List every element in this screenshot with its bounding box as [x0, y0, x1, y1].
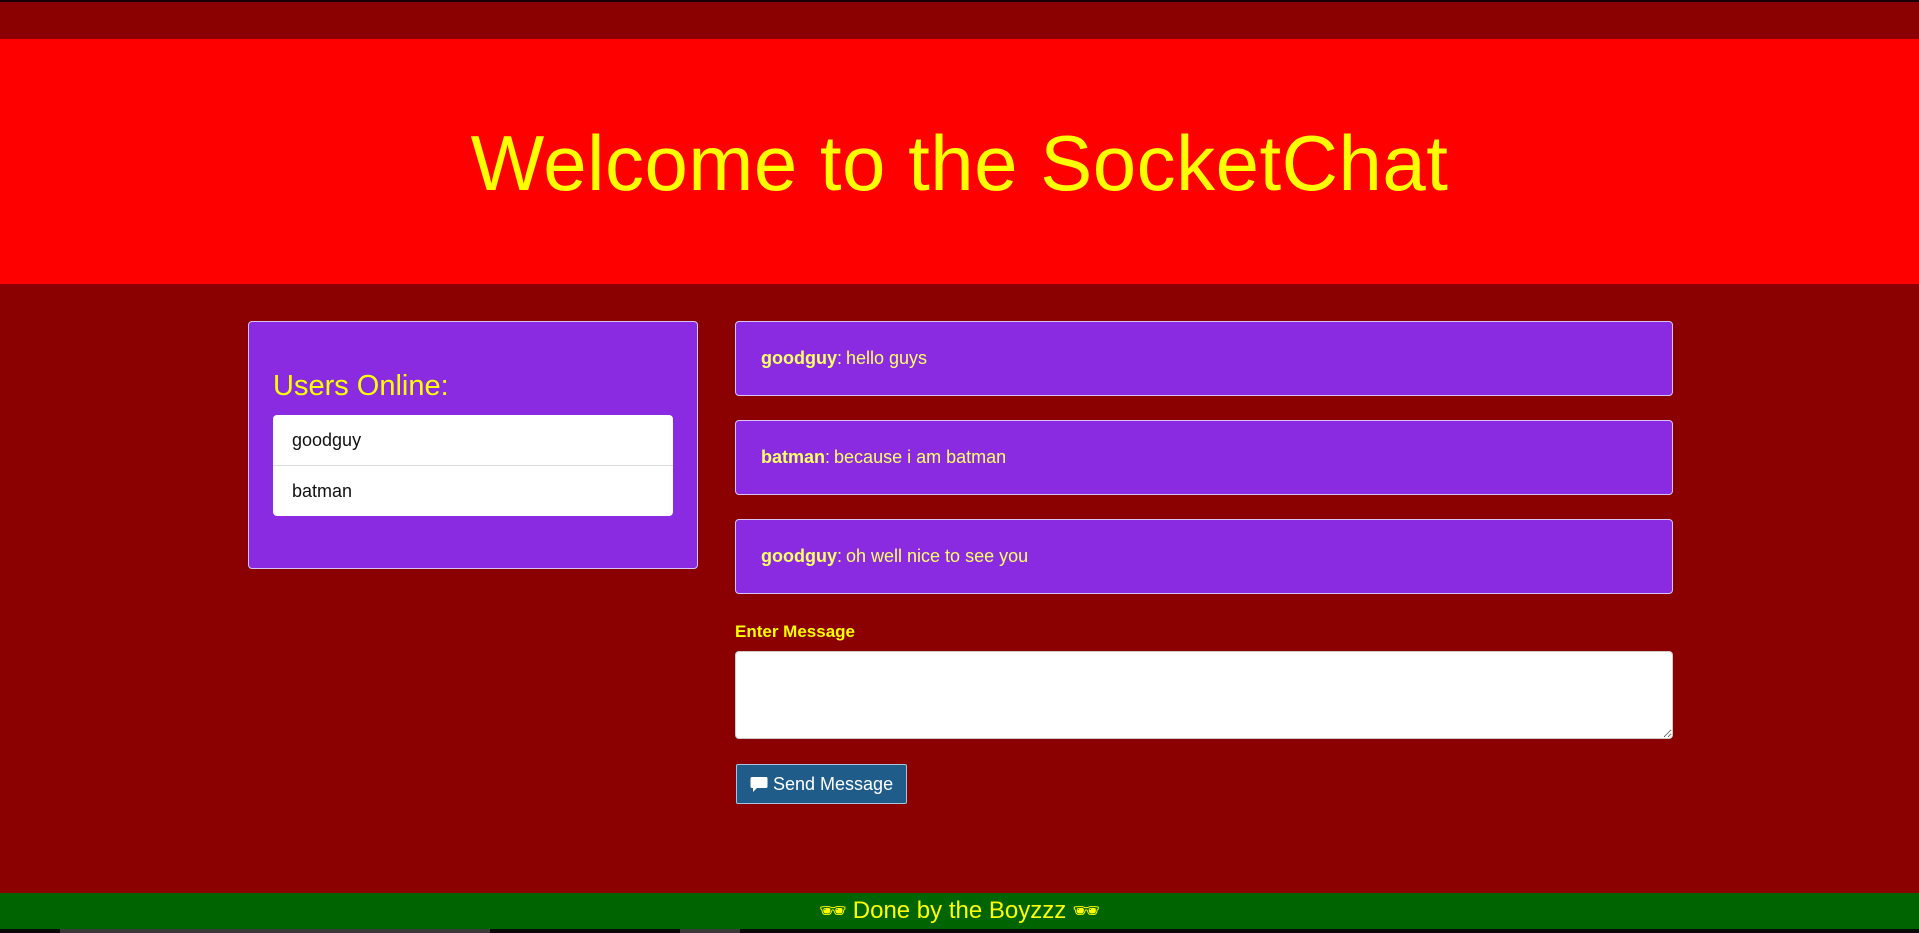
- message-separator: :: [825, 447, 831, 467]
- users-list: goodguy batman: [273, 415, 673, 516]
- bottom-bar: [0, 929, 1919, 933]
- user-list-item: goodguy: [292, 430, 362, 450]
- footer-text: Done by the Boyzzz: [852, 897, 1067, 924]
- chat-message: batman: because i am batman: [735, 420, 1673, 495]
- hero-banner: Welcome to the SocketChat: [0, 39, 1919, 284]
- page-title: Welcome to the SocketChat: [470, 119, 1449, 207]
- sunglasses-icon: 🕶: [1072, 898, 1101, 923]
- message-text: hello guys: [846, 348, 928, 368]
- message-username: goodguy: [761, 348, 837, 368]
- bottom-bar-segment: [60, 929, 490, 933]
- message-input[interactable]: [735, 651, 1673, 739]
- bottom-bar-segment: [680, 929, 740, 933]
- enter-message-label: Enter Message: [735, 622, 855, 641]
- sunglasses-icon: 🕶: [818, 898, 847, 923]
- chat-messages: goodguy: hello guys batman: because i am…: [735, 321, 1673, 618]
- user-list-item: batman: [273, 465, 673, 516]
- comment-icon: [750, 776, 768, 793]
- message-username: goodguy: [761, 546, 837, 566]
- message-text: because i am batman: [834, 447, 1007, 467]
- chat-message: goodguy: oh well nice to see you: [735, 519, 1673, 594]
- message-separator: :: [836, 348, 842, 368]
- users-online-panel: Users Online: goodguy batman: [248, 321, 698, 569]
- send-message-label: Send Message: [773, 773, 894, 794]
- message-text: oh well nice to see you: [846, 546, 1029, 566]
- message-separator: :: [836, 546, 842, 566]
- footer: 🕶 Done by the Boyzzz 🕶: [0, 893, 1919, 929]
- users-online-heading: Users Online:: [273, 370, 449, 402]
- top-strip: [0, 0, 1919, 39]
- send-message-button[interactable]: Send Message: [736, 764, 908, 804]
- message-username: batman: [761, 447, 826, 467]
- chat-message: goodguy: hello guys: [735, 321, 1673, 396]
